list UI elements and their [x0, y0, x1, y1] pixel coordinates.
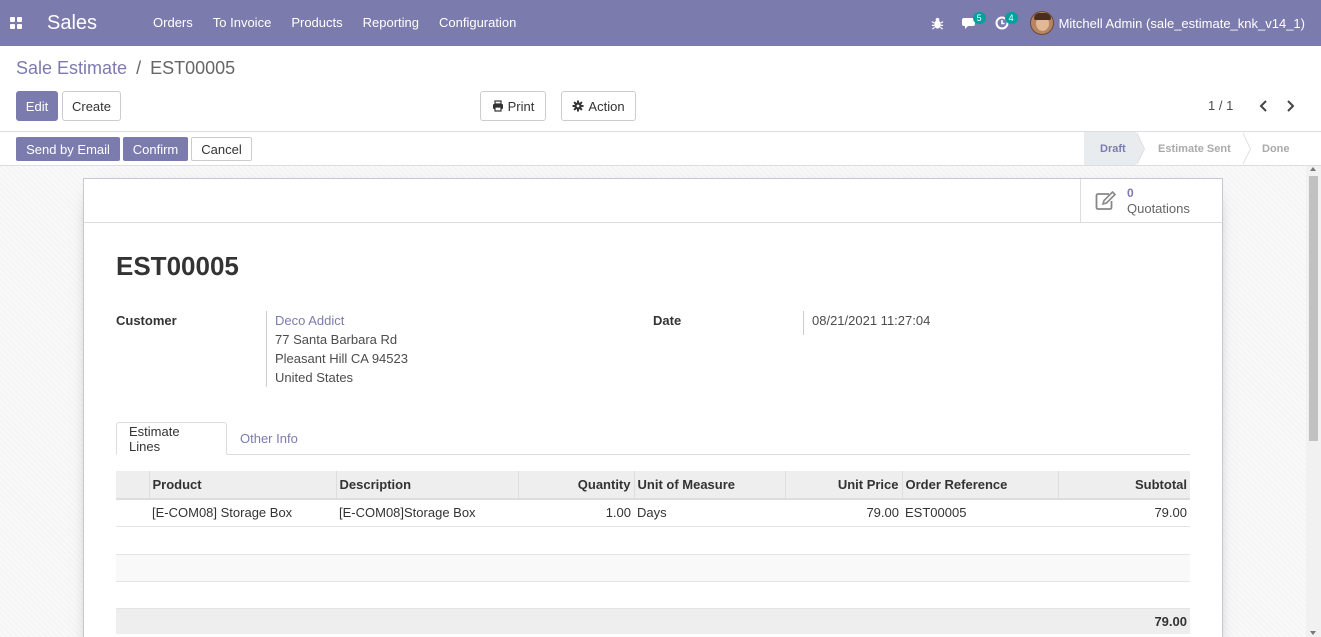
confirm-button[interactable]: Confirm: [123, 137, 188, 161]
apps-menu-icon[interactable]: [0, 0, 32, 46]
quotations-count: 0: [1127, 186, 1134, 200]
customer-label: Customer: [116, 313, 177, 328]
print-icon: [492, 100, 503, 112]
print-label: Print: [507, 98, 535, 114]
activities-count-badge: 4: [1004, 12, 1018, 24]
form-view: 0 Quotations EST00005 Customer Deco Addi…: [0, 166, 1306, 637]
breadcrumb-parent-link[interactable]: Sale Estimate: [16, 58, 127, 78]
avatar: [1029, 11, 1054, 35]
customer-address-line2: Pleasant Hill CA 94523: [275, 351, 408, 366]
column-subtotal[interactable]: Subtotal: [1057, 471, 1190, 500]
estimate-lines-table: Product Description Quantity Unit of Mea…: [116, 471, 1190, 634]
create-button[interactable]: Create: [62, 91, 121, 121]
stage-pipeline: Draft Estimate Sent Done: [1084, 132, 1306, 165]
status-bar: Send by Email Confirm Cancel Draft Estim…: [0, 131, 1321, 166]
menu-orders[interactable]: Orders: [143, 0, 203, 46]
footer-spacer: [116, 608, 1058, 634]
debug-bug-icon[interactable]: [922, 0, 954, 46]
table-footer-row: 79.00: [116, 608, 1190, 634]
top-navbar: Sales Orders To Invoice Products Reporti…: [0, 0, 1321, 46]
record-title: EST00005: [116, 251, 239, 281]
table-header-row: Product Description Quantity Unit of Mea…: [116, 471, 1190, 500]
column-unit-price[interactable]: Unit Price: [784, 471, 902, 500]
quotations-stat: 0 Quotations: [1127, 186, 1190, 216]
breadcrumb-current: EST00005: [150, 58, 236, 78]
user-name: Mitchell Admin (sale_estimate_knk_v14_1): [1058, 15, 1305, 31]
notebook-tabs: Estimate Lines Other Info: [116, 422, 1190, 455]
action-button[interactable]: Action: [561, 91, 636, 121]
cell-unit-price: 79.00: [785, 499, 902, 527]
cell-subtotal: 79.00: [1058, 499, 1190, 527]
customer-name-link[interactable]: Deco Addict: [275, 311, 408, 330]
empty-row: [116, 554, 1190, 582]
date-field: 08/21/2021 11:27:04: [803, 311, 930, 335]
scroll-up-arrow-icon[interactable]: [1310, 167, 1316, 171]
column-product[interactable]: Product: [148, 471, 336, 500]
quotations-smart-button[interactable]: 0 Quotations: [1080, 179, 1222, 223]
activities-clock-icon[interactable]: 4: [986, 0, 1018, 46]
stage-done[interactable]: Done: [1242, 132, 1306, 165]
empty-row: [116, 526, 1190, 555]
column-uom[interactable]: Unit of Measure: [633, 471, 785, 500]
cell-product: [E-COM08] Storage Box: [149, 499, 336, 527]
breadcrumb: Sale Estimate / EST00005: [16, 58, 235, 79]
column-order-reference[interactable]: Order Reference: [901, 471, 1058, 500]
quotations-label: Quotations: [1127, 201, 1190, 216]
systray: 5 4 Mitchell Admin (sale_estimate_knk_v1…: [922, 0, 1321, 46]
menu-products[interactable]: Products: [281, 0, 352, 46]
stage-estimate-sent-label: Estimate Sent: [1158, 142, 1231, 155]
breadcrumb-separator: /: [136, 58, 142, 78]
handle-column-header: [116, 471, 149, 500]
messages-icon[interactable]: 5: [954, 0, 986, 46]
cancel-button[interactable]: Cancel: [191, 137, 252, 161]
stage-done-label: Done: [1262, 142, 1290, 155]
stage-estimate-sent[interactable]: Estimate Sent: [1136, 132, 1251, 165]
table-row[interactable]: [E-COM08] Storage Box [E-COM08]Storage B…: [116, 499, 1190, 527]
app-name[interactable]: Sales: [47, 12, 97, 35]
scrollbar-thumb[interactable]: [1309, 176, 1318, 441]
menu-to-invoice[interactable]: To Invoice: [203, 0, 282, 46]
pager-next-icon[interactable]: [1282, 96, 1298, 116]
customer-address-line3: United States: [275, 370, 354, 385]
menu-configuration[interactable]: Configuration: [429, 0, 526, 46]
send-by-email-button[interactable]: Send by Email: [16, 137, 120, 161]
customer-address-line1: 77 Santa Barbara Rd: [275, 332, 398, 347]
action-label: Action: [588, 98, 625, 114]
print-button[interactable]: Print: [480, 91, 546, 121]
cell-description: [E-COM08]Storage Box: [336, 499, 518, 527]
cell-uom: Days: [634, 499, 785, 527]
cell-quantity: 1.00: [518, 499, 634, 527]
tab-other-info[interactable]: Other Info: [228, 422, 310, 455]
edit-button[interactable]: Edit: [16, 91, 58, 121]
cell-order-reference: EST00005: [902, 499, 1058, 527]
smart-button-box: 0 Quotations: [84, 179, 1222, 223]
column-quantity[interactable]: Quantity: [517, 471, 634, 500]
gear-icon: [572, 100, 584, 112]
pager-value[interactable]: 1 / 1: [1208, 98, 1233, 113]
main-menu: Orders To Invoice Products Reporting Con…: [143, 0, 526, 46]
page-scrollbar[interactable]: [1306, 166, 1321, 637]
scroll-down-arrow-icon[interactable]: [1310, 631, 1316, 635]
row-handle: [116, 499, 149, 527]
date-label: Date: [653, 313, 682, 328]
pencil-square-icon: [1095, 191, 1117, 210]
customer-field: Deco Addict 77 Santa Barbara Rd Pleasant…: [266, 311, 408, 387]
messages-count-badge: 5: [972, 12, 986, 24]
table-total: 79.00: [1058, 608, 1190, 634]
stage-draft[interactable]: Draft: [1084, 132, 1145, 165]
user-menu[interactable]: Mitchell Admin (sale_estimate_knk_v14_1): [1029, 11, 1305, 35]
pager-previous-icon[interactable]: [1255, 96, 1271, 116]
tab-estimate-lines[interactable]: Estimate Lines: [116, 422, 227, 455]
stage-draft-label: Draft: [1100, 142, 1126, 155]
column-description[interactable]: Description: [335, 471, 518, 500]
form-sheet: 0 Quotations EST00005 Customer Deco Addi…: [83, 178, 1223, 637]
menu-reporting[interactable]: Reporting: [353, 0, 429, 46]
empty-row: [116, 581, 1190, 609]
